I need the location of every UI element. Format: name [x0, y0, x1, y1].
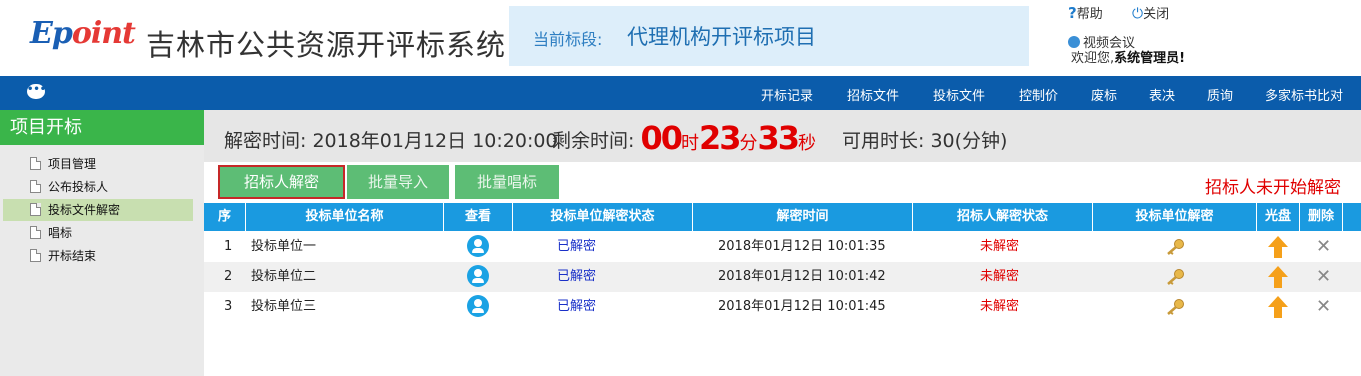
nav-item-doc-compare[interactable]: 多家标书比对 — [1265, 85, 1343, 104]
col-view: 查看 — [444, 203, 513, 231]
help-link[interactable]: ?帮助 — [1068, 3, 1103, 22]
key-icon[interactable] — [1165, 268, 1185, 286]
tenderer-decrypt-button[interactable]: 招标人解密 — [218, 165, 345, 199]
row-no: 3 — [224, 299, 233, 314]
decrypt-status-message: 招标人未开始解密 — [1205, 178, 1341, 198]
row-bidder-name: 投标单位三 — [251, 299, 317, 314]
close-link[interactable]: ⏻关闭 — [1132, 3, 1169, 22]
table-header: 序 投标单位名称 查看 投标单位解密状态 解密时间 招标人解密状态 投标单位解密… — [204, 203, 1361, 231]
nav-item-inquiry[interactable]: 质询 — [1207, 85, 1233, 104]
row-bidder-status: 已解密 — [557, 239, 597, 254]
current-section-label: 当前标段: — [533, 30, 603, 49]
key-icon[interactable] — [1165, 298, 1185, 316]
row-decrypt-time: 2018年01月12日 10:01:45 — [718, 299, 886, 314]
sidebar: 项目开标 项目管理 公布投标人 投标文件解密 唱标 开标结束 — [0, 110, 204, 376]
col-bidder-status: 投标单位解密状态 — [513, 203, 693, 231]
header: Epoint 吉林市公共资源开评标系统 当前标段: 代理机构开评标项目 ?帮助 … — [0, 0, 1361, 76]
document-icon — [30, 180, 41, 193]
view-person-icon[interactable] — [467, 295, 489, 317]
chat-icon[interactable]: ••• — [27, 84, 46, 99]
nav-bar: ••• 开标记录 招标文件 投标文件 控制价 废标 表决 质询 多家标书比对 — [0, 76, 1361, 110]
sidebar-title: 项目开标 — [0, 110, 204, 145]
row-tenderer-status: 未解密 — [980, 239, 1020, 254]
sidebar-item-project-management[interactable]: 项目管理 — [3, 153, 193, 175]
row-no: 1 — [224, 239, 233, 254]
remaining-time: 剩余时间: 00时23分33秒 — [552, 119, 817, 157]
hours-value: 00 — [640, 119, 683, 157]
delete-icon[interactable]: ✕ — [1316, 262, 1331, 292]
available-duration: 可用时长: 30(分钟) — [842, 130, 1008, 152]
col-decrypt-time: 解密时间 — [693, 203, 913, 231]
minutes-value: 23 — [698, 119, 742, 157]
upload-arrow-icon[interactable] — [1267, 295, 1289, 319]
nav-item-bid-docs[interactable]: 投标文件 — [933, 85, 985, 104]
nav-item-vote[interactable]: 表决 — [1149, 85, 1175, 104]
batch-import-button[interactable]: 批量导入 — [347, 165, 449, 199]
document-icon — [30, 203, 41, 216]
system-title: 吉林市公共资源开评标系统 — [146, 28, 507, 62]
batch-sing-button[interactable]: 批量唱标 — [455, 165, 559, 199]
nav-item-tender-docs[interactable]: 招标文件 — [847, 85, 899, 104]
delete-icon[interactable]: ✕ — [1316, 292, 1331, 322]
sidebar-item-bid-decryption[interactable]: 投标文件解密 — [3, 199, 193, 221]
table-row: 2 投标单位二 已解密 2018年01月12日 10:01:42 未解密 ✕ — [204, 262, 1361, 292]
decrypt-time: 解密时间: 2018年01月12日 10:20:00 — [224, 130, 558, 152]
delete-icon[interactable]: ✕ — [1316, 232, 1331, 262]
user-name: 系统管理员! — [1114, 51, 1186, 66]
view-person-icon[interactable] — [467, 265, 489, 287]
table-row: 1 投标单位一 已解密 2018年01月12日 10:01:35 未解密 ✕ — [204, 232, 1361, 262]
document-icon — [30, 157, 41, 170]
row-bidder-status: 已解密 — [557, 269, 597, 284]
nav-item-control-price[interactable]: 控制价 — [1019, 85, 1058, 104]
document-icon — [30, 226, 41, 239]
current-section-box: 当前标段: 代理机构开评标项目 — [509, 6, 1029, 66]
current-section-value: 代理机构开评标项目 — [627, 25, 816, 49]
col-no: 序 — [204, 203, 246, 231]
timer-bar: 解密时间: 2018年01月12日 10:20:00 剩余时间: 00时23分3… — [204, 110, 1361, 162]
col-disc: 光盘 — [1257, 203, 1300, 231]
col-bidder-decrypt: 投标单位解密 — [1093, 203, 1257, 231]
welcome-text: 欢迎您,系统管理员! — [1071, 51, 1186, 66]
nav-item-bid-records[interactable]: 开标记录 — [761, 85, 813, 104]
upload-arrow-icon[interactable] — [1267, 235, 1289, 259]
col-bidder-name: 投标单位名称 — [246, 203, 444, 231]
table-row: 3 投标单位三 已解密 2018年01月12日 10:01:45 未解密 ✕ — [204, 292, 1361, 322]
row-bidder-name: 投标单位二 — [251, 269, 317, 284]
row-decrypt-time: 2018年01月12日 10:01:42 — [718, 269, 886, 284]
row-bidder-status: 已解密 — [557, 299, 597, 314]
upload-arrow-icon[interactable] — [1267, 265, 1289, 289]
row-no: 2 — [224, 269, 233, 284]
row-decrypt-time: 2018年01月12日 10:01:35 — [718, 239, 886, 254]
sidebar-item-sing-bid[interactable]: 唱标 — [3, 222, 193, 244]
view-person-icon[interactable] — [467, 235, 489, 257]
seconds-value: 33 — [757, 119, 801, 157]
col-delete: 删除 — [1300, 203, 1343, 231]
key-icon[interactable] — [1165, 238, 1185, 256]
sidebar-item-publish-bidders[interactable]: 公布投标人 — [3, 176, 193, 198]
row-tenderer-status: 未解密 — [980, 269, 1020, 284]
row-bidder-name: 投标单位一 — [251, 239, 317, 254]
help-icon: ? — [1068, 4, 1077, 22]
power-icon: ⏻ — [1132, 6, 1144, 22]
epoint-logo: Epoint — [30, 16, 136, 51]
nav-item-void-bid[interactable]: 废标 — [1091, 85, 1117, 104]
col-tenderer-status: 招标人解密状态 — [913, 203, 1093, 231]
sidebar-item-opening-end[interactable]: 开标结束 — [3, 245, 193, 267]
document-icon — [30, 249, 41, 262]
row-tenderer-status: 未解密 — [980, 299, 1020, 314]
